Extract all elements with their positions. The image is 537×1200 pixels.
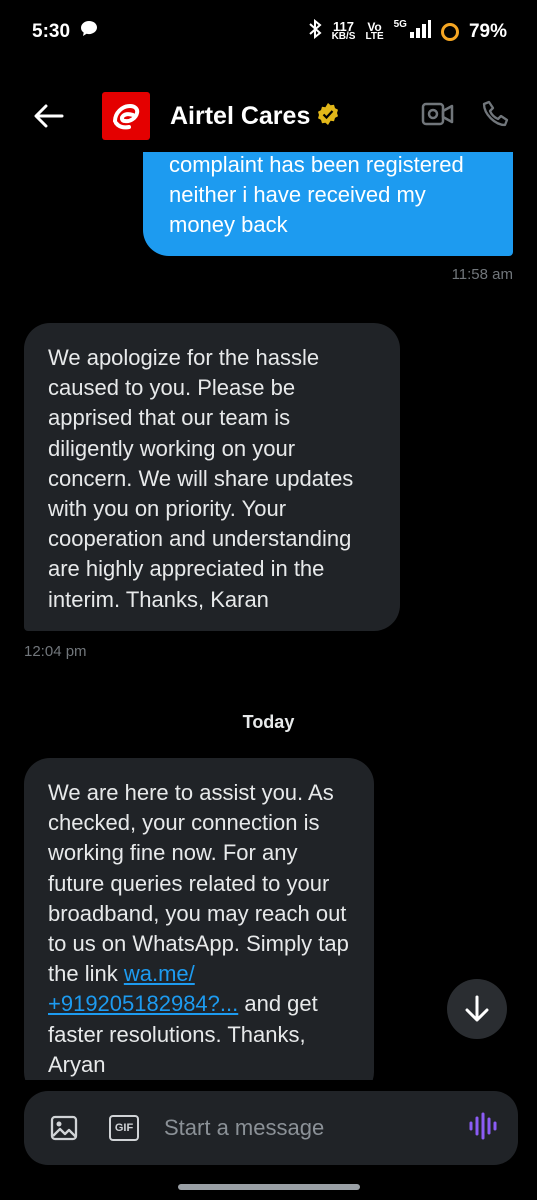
status-left: 5:30 xyxy=(32,20,98,44)
voice-message-icon[interactable] xyxy=(468,1112,498,1145)
data-speed: 117 KB/S xyxy=(331,20,356,42)
header-actions xyxy=(421,99,511,134)
home-indicator[interactable] xyxy=(178,1184,360,1190)
message-input[interactable]: Start a message xyxy=(164,1115,468,1141)
incoming-message-text: We apologize for the hassle caused to yo… xyxy=(48,345,354,612)
status-right: 117 KB/S Vo LTE 5G 79% xyxy=(308,18,507,45)
battery-ring-icon xyxy=(440,23,459,41)
clock: 5:30 xyxy=(32,21,71,42)
gif-label: GIF xyxy=(108,1115,140,1141)
incoming-message-text: We are here to assist you. As checked, y… xyxy=(48,780,349,987)
outgoing-message-bubble[interactable]: complaint has been registered neither i … xyxy=(143,152,513,256)
image-icon[interactable] xyxy=(48,1112,80,1144)
airtel-logo[interactable] xyxy=(102,92,150,140)
message-list[interactable]: complaint has been registered neither i … xyxy=(0,152,537,1080)
incoming-message-time: 12:04 pm xyxy=(24,643,87,660)
network-type: 5G xyxy=(393,19,407,30)
verified-badge-icon xyxy=(316,102,340,131)
screen: 5:30 117 KB/S Vo LTE 5G 79% Airtel Cares… xyxy=(0,0,537,1200)
back-arrow-icon xyxy=(34,104,64,128)
phone-call-icon[interactable] xyxy=(481,99,511,134)
volte-bottom: LTE xyxy=(365,31,384,42)
video-call-icon[interactable] xyxy=(421,100,455,133)
contact-name[interactable]: Airtel Cares xyxy=(170,102,310,131)
back-button[interactable] xyxy=(24,91,74,141)
message-composer[interactable]: GIF Start a message xyxy=(24,1091,518,1165)
outgoing-message-text: complaint has been registered neither i … xyxy=(169,152,464,237)
battery-percent: 79% xyxy=(468,21,507,42)
scroll-to-bottom-button[interactable] xyxy=(447,979,507,1039)
day-divider: Today xyxy=(242,712,295,732)
bluetooth-icon xyxy=(308,18,322,45)
status-bar: 5:30 117 KB/S Vo LTE 5G 79% xyxy=(0,0,537,64)
chat-bubble-icon xyxy=(80,20,98,44)
volte-indicator: Vo LTE xyxy=(365,21,384,42)
gif-icon[interactable]: GIF xyxy=(108,1112,140,1144)
arrow-down-icon xyxy=(465,995,489,1022)
data-speed-unit: KB/S xyxy=(331,31,356,42)
signal-icon xyxy=(409,20,431,44)
incoming-message-bubble[interactable]: We apologize for the hassle caused to yo… xyxy=(24,323,400,631)
chat-header: Airtel Cares xyxy=(0,80,537,152)
signal-group: 5G xyxy=(394,20,431,44)
incoming-message-bubble[interactable]: We are here to assist you. As checked, y… xyxy=(24,758,374,1080)
outgoing-message-time: 11:58 am xyxy=(451,266,513,283)
